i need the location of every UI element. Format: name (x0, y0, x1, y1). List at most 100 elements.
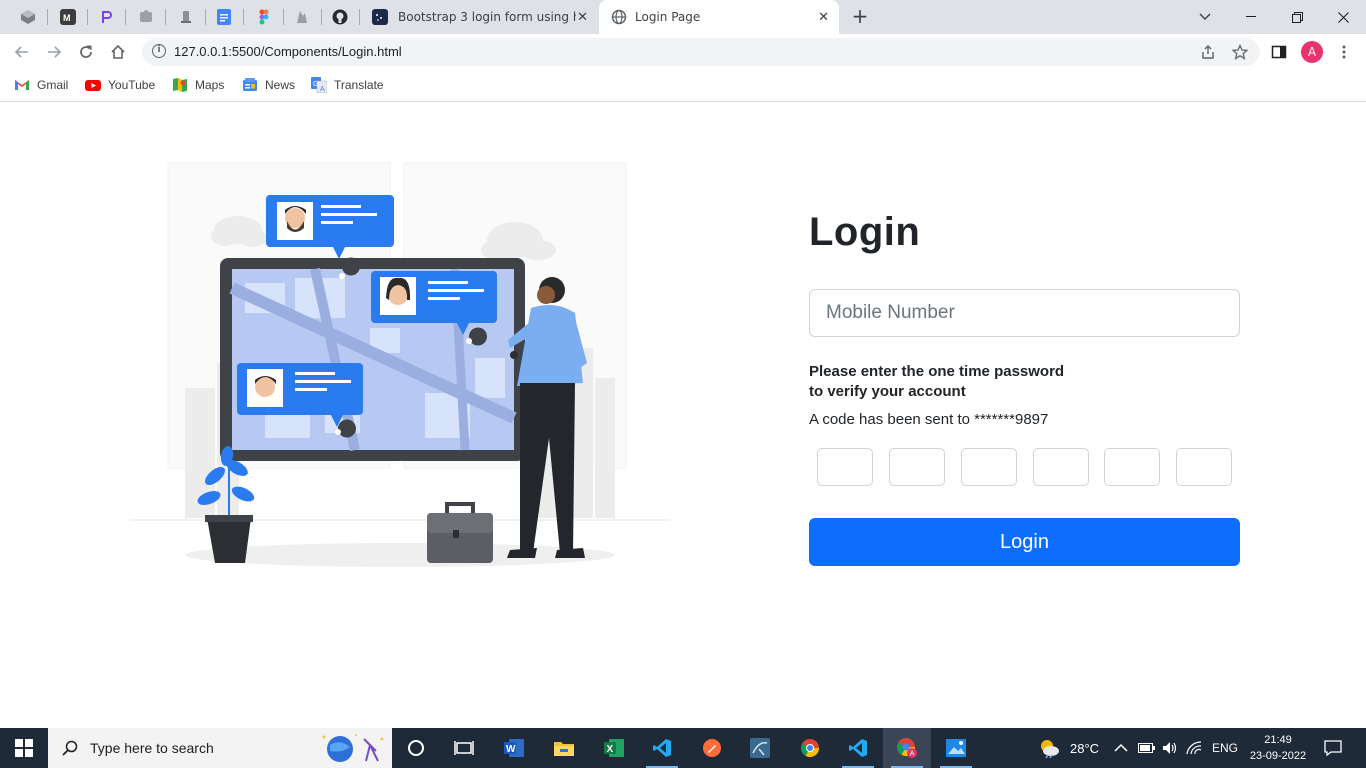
address-bar[interactable]: i 127.0.0.1:5500/Components/Login.html (142, 38, 1260, 66)
forward-icon[interactable] (42, 40, 66, 64)
browser-toolbar: i 127.0.0.1:5500/Components/Login.html A (0, 34, 1366, 70)
notification-icon[interactable] (1310, 728, 1356, 768)
search-icon (62, 740, 78, 756)
volume-icon[interactable] (1162, 741, 1178, 755)
site-info-icon[interactable]: i (152, 44, 166, 58)
site-favicon-icon (372, 9, 388, 25)
emblem-icon (181, 11, 191, 23)
weather-widget[interactable]: 28°C (1038, 728, 1099, 768)
clock-date: 23-09-2022 (1249, 750, 1307, 762)
file-explorer-icon[interactable] (540, 728, 588, 768)
otp-instructions-line2: to verify your account (809, 383, 966, 400)
medium-icon: M (60, 9, 76, 25)
vscode-second-icon[interactable] (834, 728, 882, 768)
close-tab-icon[interactable]: ✕ (577, 10, 588, 25)
side-panel-icon[interactable] (1271, 44, 1287, 60)
page-content: Login Please enter the one time password… (0, 103, 1366, 728)
pinned-tab-1[interactable] (8, 0, 48, 34)
pinned-tab-2[interactable]: M (48, 0, 88, 34)
restore-icon[interactable] (1274, 0, 1320, 34)
taskbar-clock[interactable]: 21:49 23-09-2022 (1248, 732, 1308, 764)
task-view-icon[interactable] (440, 728, 488, 768)
mysql-workbench-icon[interactable] (736, 728, 784, 768)
word-app-icon[interactable]: W (490, 728, 538, 768)
tray-chevron-up-icon[interactable] (1114, 743, 1128, 753)
pinned-tab-6[interactable] (204, 0, 244, 34)
profile-avatar[interactable]: A (1301, 41, 1323, 63)
otp-digit-6[interactable] (1176, 448, 1232, 486)
new-tab-button[interactable]: + (848, 4, 872, 28)
battery-icon[interactable] (1138, 742, 1156, 754)
address-url[interactable]: 127.0.0.1:5500/Components/Login.html (174, 44, 402, 59)
tab-title: Bootstrap 3 login form using htm (398, 10, 576, 24)
bookmark-label: Translate (334, 78, 384, 92)
bookmark-gmail[interactable]: Gmail (14, 77, 68, 93)
bookmark-label: Gmail (37, 78, 69, 92)
gmail-icon (15, 80, 29, 90)
back-icon[interactable] (10, 40, 34, 64)
bookmark-news[interactable]: News (242, 77, 295, 93)
menu-kebab-icon[interactable] (1337, 44, 1351, 60)
clock-time: 21:49 (1264, 734, 1292, 746)
excel-app-icon[interactable]: X (590, 728, 638, 768)
svg-text:W: W (506, 744, 516, 755)
tab-login-page[interactable]: Login Page ✕ (599, 0, 839, 34)
start-button[interactable] (0, 728, 48, 768)
otp-digit-1[interactable] (817, 448, 873, 486)
photos-app-icon[interactable] (932, 728, 980, 768)
bookmarks-bar: Gmail YouTube Maps News GA Translate (0, 70, 1366, 102)
weather-temp: 28°C (1070, 740, 1100, 756)
chrome-profile-app-icon[interactable]: A (883, 728, 931, 768)
otp-digit-3[interactable] (961, 448, 1017, 486)
tab-strip: M Bootstrap 3 login form using htm ✕ Log… (0, 0, 1366, 34)
docs-icon (217, 9, 231, 25)
chrome-app-icon[interactable] (786, 728, 834, 768)
code-sent-message: A code has been sent to *******9897 (809, 411, 1049, 428)
bookmark-label: News (265, 78, 296, 92)
mobile-number-input[interactable] (809, 289, 1240, 337)
vscode-app-icon[interactable] (638, 728, 686, 768)
tab-bootstrap[interactable]: Bootstrap 3 login form using htm ✕ (362, 0, 598, 34)
bookmark-maps[interactable]: Maps (172, 77, 224, 93)
otp-digit-4[interactable] (1033, 448, 1089, 486)
bookmark-star-icon[interactable] (1232, 44, 1248, 60)
puzzle-icon (140, 10, 152, 22)
bookmark-label: Maps (195, 78, 225, 92)
pinned-tab-8[interactable] (282, 0, 322, 34)
postman-app-icon[interactable] (688, 728, 736, 768)
windows-logo-icon (15, 739, 33, 757)
share-icon[interactable] (1200, 44, 1216, 60)
otp-digit-5[interactable] (1104, 448, 1160, 486)
tab-search-chevron-icon[interactable] (1182, 0, 1228, 34)
github-icon (332, 9, 348, 25)
svg-text:M: M (63, 13, 71, 23)
p-logo-icon (102, 11, 112, 23)
bookmark-youtube[interactable]: YouTube (85, 77, 155, 93)
translate-icon: GA (311, 77, 327, 93)
pinned-tab-4[interactable] (126, 0, 166, 34)
taskbar-search-box[interactable]: Type here to search (48, 728, 392, 768)
pinned-tab-5[interactable] (166, 0, 206, 34)
tab-title: Login Page (635, 10, 701, 24)
login-button[interactable]: Login (809, 518, 1240, 566)
globe-icon (611, 9, 627, 25)
bookmark-label: YouTube (108, 78, 156, 92)
figma-icon (259, 9, 269, 25)
reload-icon[interactable] (74, 40, 98, 64)
youtube-icon (85, 80, 101, 91)
pinned-tab-7[interactable] (244, 0, 284, 34)
cortana-icon[interactable] (392, 728, 440, 768)
language-indicator[interactable]: ENG (1212, 741, 1238, 755)
otp-digit-2[interactable] (889, 448, 945, 486)
svg-text:A: A (910, 751, 915, 758)
minimize-icon[interactable] (1228, 0, 1274, 34)
home-icon[interactable] (106, 40, 130, 64)
close-window-icon[interactable] (1320, 0, 1366, 34)
close-tab-icon[interactable]: ✕ (818, 10, 829, 25)
pinned-tab-3[interactable] (86, 0, 126, 34)
bookmark-translate[interactable]: GA Translate (311, 77, 384, 93)
wifi-icon[interactable] (1186, 741, 1202, 755)
firebase-icon (297, 11, 307, 23)
pinned-tab-9[interactable] (320, 0, 360, 34)
page-title: Login (809, 210, 921, 254)
